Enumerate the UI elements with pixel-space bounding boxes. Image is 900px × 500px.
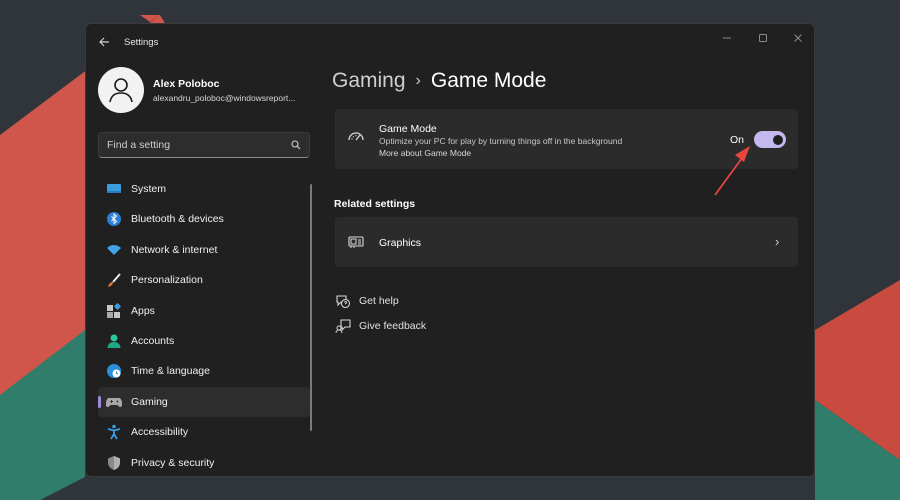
toggle-state-label: On: [730, 134, 745, 146]
sidebar-item-label: Accounts: [131, 334, 175, 347]
search-box[interactable]: [98, 132, 310, 158]
bluetooth-icon: [107, 212, 121, 227]
sidebar-item-accessibility[interactable]: Accessibility: [98, 417, 310, 447]
maximize-icon[interactable]: [748, 29, 778, 51]
system-display-icon: [107, 184, 121, 193]
gamepad-icon: [106, 397, 122, 407]
breadcrumb: Gaming › Game Mode: [332, 69, 546, 93]
graphics-label: Graphics: [379, 237, 422, 249]
graphics-settings-card[interactable]: Graphics ›: [335, 217, 798, 267]
window-title: Settings: [124, 37, 159, 48]
more-about-game-mode-link[interactable]: More about Game Mode: [379, 148, 471, 158]
sidebar-item-label: Personalization: [131, 274, 203, 287]
feedback-icon: [335, 319, 351, 334]
sidebar-item-label: Bluetooth & devices: [131, 213, 224, 226]
get-help-label: Get help: [359, 295, 399, 307]
active-indicator: [98, 395, 101, 408]
sidebar-item-label: Time & language: [131, 365, 210, 378]
user-icon: [109, 78, 133, 103]
title-bar: Settings: [86, 24, 814, 62]
sidebar-item-label: Gaming: [131, 395, 168, 408]
give-feedback-label: Give feedback: [359, 320, 427, 332]
graphics-card-icon: [348, 236, 364, 248]
search-icon[interactable]: [291, 140, 301, 150]
user-email: alexandru_poloboc@windowsreport...: [153, 93, 296, 103]
sidebar-item-label: Privacy & security: [131, 456, 215, 469]
sidebar-item-system[interactable]: System: [98, 174, 310, 204]
toggle-knob: [773, 134, 783, 145]
sidebar-item-gaming[interactable]: Gaming: [98, 386, 310, 418]
related-settings-heading: Related settings: [334, 198, 416, 210]
sidebar-item-time-language[interactable]: Time & language: [98, 356, 310, 386]
user-name: Alex Poloboc: [153, 78, 220, 90]
globe-clock-icon: [107, 364, 121, 379]
sidebar-item-label: Network & internet: [131, 243, 218, 256]
sidebar-nav: System Bluetooth & devices Network & int…: [98, 174, 310, 476]
sidebar-item-network[interactable]: Network & internet: [98, 235, 310, 265]
accessibility-icon: [107, 424, 121, 440]
search-input[interactable]: [107, 136, 282, 154]
chevron-right-icon: ›: [775, 234, 780, 249]
game-mode-card: Game Mode Optimize your PC for play by t…: [335, 109, 798, 169]
breadcrumb-separator: ›: [415, 72, 421, 89]
breadcrumb-parent[interactable]: Gaming: [332, 69, 406, 92]
shield-icon: [108, 455, 120, 470]
brush-icon: [108, 273, 121, 288]
game-mode-description: Optimize your PC for play by turning thi…: [379, 136, 623, 146]
sidebar-item-apps[interactable]: Apps: [98, 296, 310, 326]
page-title: Game Mode: [430, 69, 547, 92]
game-mode-gauge-icon: [348, 132, 364, 141]
sidebar-item-privacy-security[interactable]: Privacy & security: [98, 448, 310, 476]
help-icon: [336, 295, 351, 309]
sidebar-item-personalization[interactable]: Personalization: [98, 265, 310, 295]
sidebar-item-accounts[interactable]: Accounts: [98, 326, 310, 356]
sidebar-scrollbar[interactable]: [310, 184, 312, 431]
game-mode-toggle[interactable]: [754, 131, 786, 148]
avatar[interactable]: [98, 67, 144, 113]
close-icon[interactable]: [783, 29, 813, 51]
back-arrow-icon[interactable]: [96, 35, 112, 51]
settings-window: Settings Alex Poloboc alexandru_poloboc@…: [85, 23, 815, 477]
game-mode-title: Game Mode: [379, 123, 437, 135]
apps-icon: [107, 302, 122, 318]
accounts-icon: [107, 334, 121, 348]
minimize-icon[interactable]: [712, 29, 742, 51]
sidebar-item-label: Apps: [131, 304, 155, 317]
sidebar-item-bluetooth[interactable]: Bluetooth & devices: [98, 204, 310, 234]
sidebar-item-label: Accessibility: [131, 426, 189, 439]
sidebar-item-label: System: [131, 183, 167, 195]
wifi-icon: [107, 244, 121, 255]
